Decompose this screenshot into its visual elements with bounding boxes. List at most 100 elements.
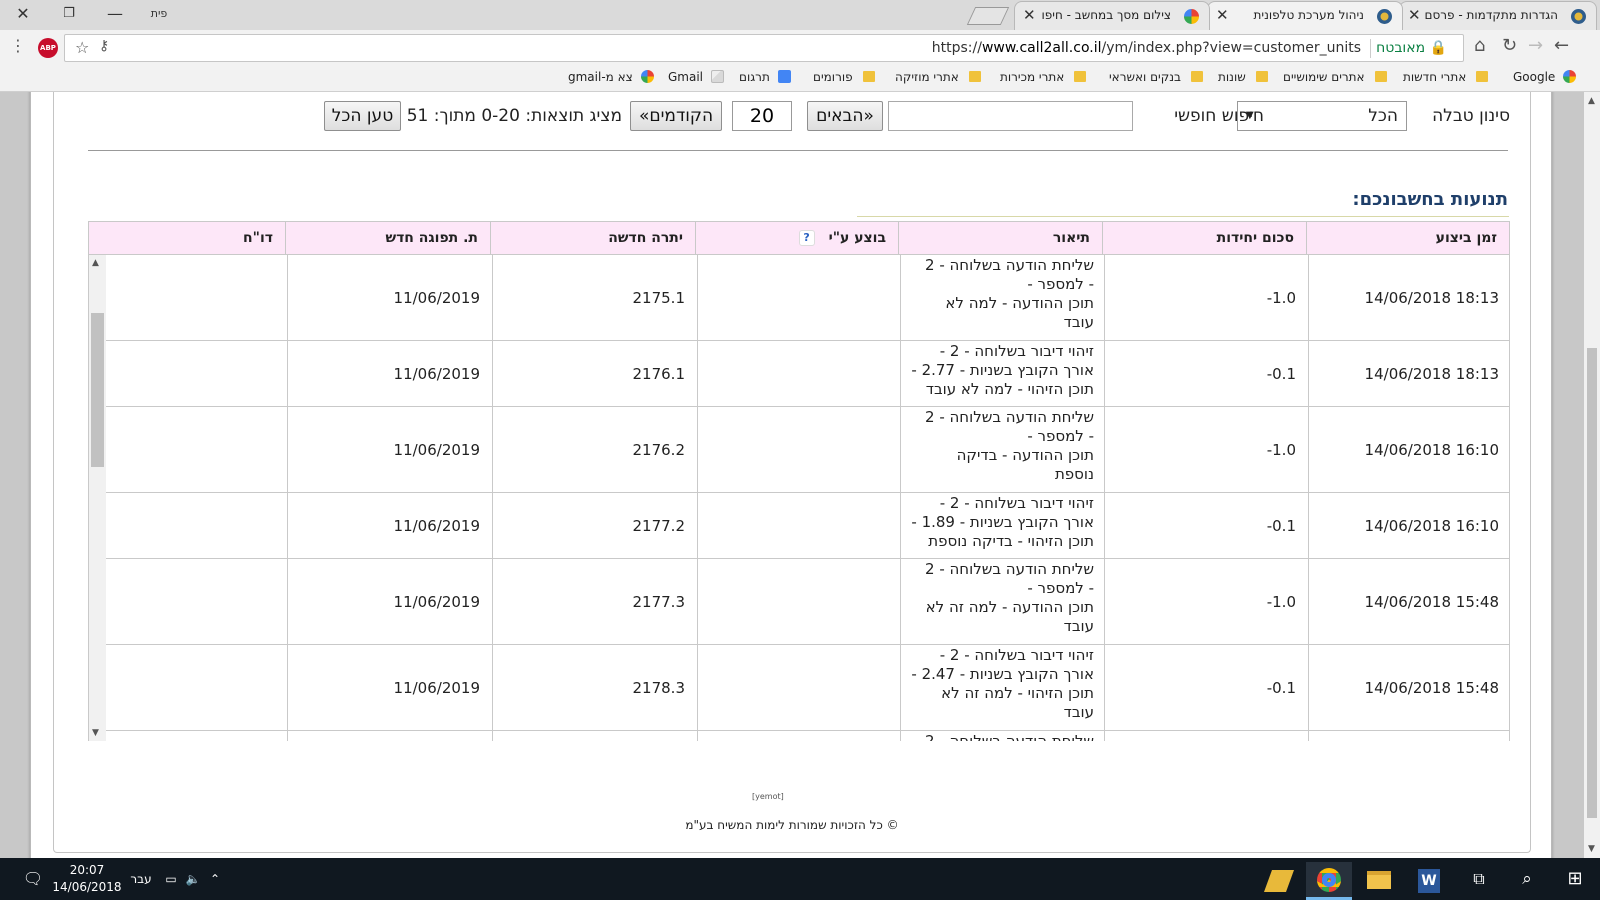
adblock-icon[interactable]: ABP [38,38,58,58]
bookmarks-bar: Google אתרי חדשות אתרים שימושיים שונות ב… [0,66,1600,92]
col-report[interactable]: דו"ח [87,222,285,255]
description-line: זיהוי דיבור בשלוחה - 2 - [939,646,1094,664]
menu-dots-icon[interactable]: ⋮ [10,36,26,56]
table-scrollbar[interactable]: ▲ ▼ [89,255,106,741]
language-indicator[interactable]: עבר [126,858,156,900]
action-center-icon[interactable]: 🗨 [18,858,48,900]
scroll-up-icon[interactable]: ▲ [1588,96,1595,106]
bookmark-label: אתרי מכירות [1000,70,1065,84]
help-icon[interactable]: ? [798,230,815,246]
key-icon[interactable]: ⚷ [99,38,109,54]
bookmark-shopping[interactable]: אתרי מכירות [1000,70,1087,84]
description-line: שליחת הודעה בשלוחה - 2 [925,732,1094,741]
clock[interactable]: 20:07 14/06/2018 [52,862,122,896]
cell-balance-value: 2178.3 [632,678,686,697]
cell-report [106,407,287,492]
start-icon[interactable]: ⊞ [1552,858,1598,900]
network-icon[interactable]: ▭ [162,858,180,900]
cell-units: -1.0 [1104,255,1308,340]
secure-label: מאובטח [1376,40,1426,56]
bookmark-music[interactable]: אתרי מוזיקה [895,70,981,84]
cell-units-value: -0.1 [1266,678,1296,697]
scroll-up-icon[interactable]: ▲ [92,258,99,268]
tab-phone-system[interactable]: ניהול מערכת טלפונית ✕ [1207,1,1403,30]
secure-indicator[interactable]: 🔒 מאובטח [1376,40,1447,56]
page-scrollbar[interactable]: ▲ ▼ [1584,92,1600,858]
cell-report [106,341,287,406]
cell-time: 14/06/2018 16:10 [1308,493,1509,558]
cell-report [106,493,287,558]
search-icon[interactable]: ⌕ [1504,858,1550,900]
cell-performed-by [697,493,900,558]
bookmark-banks[interactable]: בנקים ואשראי [1109,70,1203,84]
col-new-balance[interactable]: יתרה חדשה [490,222,695,255]
page-size-input[interactable]: 20 [732,101,792,131]
cell-units-value: -1.0 [1266,288,1296,307]
scroll-thumb[interactable] [91,313,104,467]
task-view-icon[interactable]: ⧉ [1456,858,1502,900]
prev-button[interactable]: הקודמים» [630,101,722,131]
scroll-thumb[interactable] [1587,348,1597,818]
reload-icon[interactable]: ↻ [1502,36,1517,56]
tray-chevron-icon[interactable]: ⌃ [206,858,224,900]
address-bar[interactable]: https://www.call2all.co.il/ym/index.php?… [64,34,1464,62]
bookmark-gmail[interactable]: Gmail [668,70,725,84]
back-icon[interactable]: ← [1554,36,1569,56]
star-bookmark-icon[interactable]: ☆ [75,38,89,57]
url-prefix: https:// [931,40,982,56]
scroll-down-icon[interactable]: ▼ [92,728,99,738]
tab-screenshot-search[interactable]: צילום מסך במחשב - חיפו ✕ [1014,1,1210,30]
chrome-taskbar-icon[interactable] [1306,862,1352,900]
col-description[interactable]: תיאור [898,222,1102,255]
col-performed-by[interactable]: בוצע ע"י? [695,222,898,255]
browser-toolbar: https://www.call2all.co.il/ym/index.php?… [0,30,1600,66]
next-button[interactable]: «הבאים [807,101,883,131]
col-label: בוצע ע"י [828,230,886,246]
close-tab-icon[interactable]: ✕ [1023,2,1036,29]
section-title: תנועות בחשבונכם: [1352,189,1508,210]
scroll-down-icon[interactable]: ▼ [1588,844,1595,854]
folder-icon [1374,71,1387,82]
cell-expiry: 11/06/2019 [287,493,492,558]
bookmark-google[interactable]: Google [1513,70,1577,84]
description-line: - למספר - [1027,427,1094,445]
new-tab-button[interactable] [966,7,1010,25]
close-window-icon[interactable]: ✕ [8,0,38,28]
description-line: שליחת הודעה בשלוחה - 2 [925,560,1094,578]
free-search-input[interactable] [888,101,1133,131]
table-rows: 14/06/2018 18:13 -1.0 שליחת הודעה בשלוחה -… [106,255,1509,741]
profile-label[interactable]: פית [144,0,174,28]
cell-report [106,731,287,741]
col-time[interactable]: זמן ביצוע [1306,222,1509,255]
word-icon[interactable]: W [1406,862,1452,900]
close-tab-icon[interactable]: ✕ [1408,2,1421,29]
cell-time-value: 14/06/2018 16:10 [1364,440,1499,459]
close-tab-icon[interactable]: ✕ [1216,2,1229,29]
tab-advanced-settings[interactable]: הגדרות מתקדמות - פרסם ✕ [1399,1,1597,30]
pen-app-icon[interactable] [1256,862,1302,900]
restore-window-icon[interactable]: ❐ [54,0,84,28]
footer-tag: [yemot] [752,792,784,801]
bookmark-translate[interactable]: תרגום [739,70,791,84]
minimize-window-icon[interactable]: — [100,0,130,28]
col-new-expiry[interactable]: ת. תפוגה חדש [285,222,490,255]
bookmark-news[interactable]: אתרי חדשות [1403,70,1489,84]
bookmark-label: Google [1513,70,1556,84]
folder-icon [1476,71,1489,82]
bookmark-useful[interactable]: אתרים שימושיים [1283,70,1387,84]
load-all-button[interactable]: טען הכל [324,101,401,131]
bookmark-misc[interactable]: שונות [1218,70,1268,84]
bookmark-gmail-logout[interactable]: צא מ-gmail [568,70,654,84]
content-card: סינון טבלה הכל ▼ חיפוש חופשי «הבאים 20 ה… [30,92,1552,858]
results-count: מציג תוצאות: 0-20 מתוך: 51 [406,106,622,126]
home-icon[interactable]: ⌂ [1474,36,1485,56]
bookmark-forums[interactable]: פורומים [813,70,875,84]
volume-icon[interactable]: 🔈 [184,858,202,900]
forward-icon[interactable]: → [1528,36,1543,56]
description-line: אורך הקובץ בשניות - 2.47 - [911,665,1094,683]
col-units[interactable]: סכום יחידות [1102,222,1306,255]
cell-description: שליחת הודעה בשלוחה - 2- למספר - תוכן ההוד… [900,407,1104,492]
cell-description: שליחת הודעה בשלוחה - 2 [900,731,1104,741]
url-text[interactable]: https://www.call2all.co.il/ym/index.php?… [932,40,1361,56]
file-explorer-icon[interactable] [1356,862,1402,900]
